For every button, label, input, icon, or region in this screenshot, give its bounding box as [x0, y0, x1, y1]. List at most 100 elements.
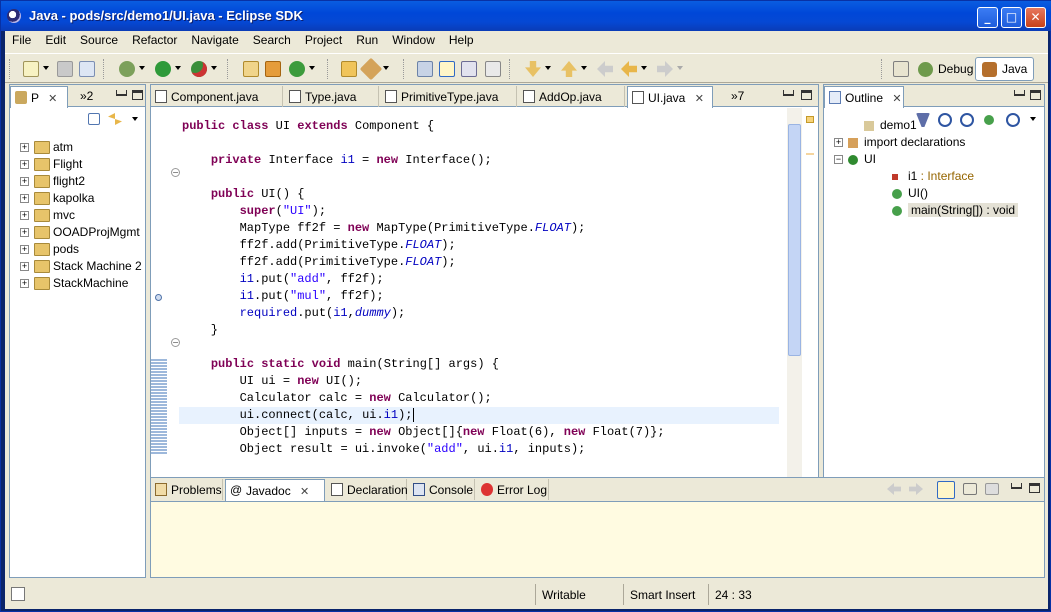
- tab-addop-java[interactable]: AddOp.java: [519, 86, 625, 107]
- search-dropdown-arrow[interactable]: [383, 66, 389, 70]
- close-tab-icon[interactable]: ✕: [892, 92, 901, 105]
- minimize-view-icon[interactable]: [1014, 90, 1025, 96]
- tab-outline[interactable]: Outline ✕: [824, 86, 904, 108]
- title-bar[interactable]: Java - pods/src/demo1/UI.java - Eclipse …: [1, 1, 1051, 31]
- new-class-icon[interactable]: [289, 61, 305, 77]
- code-line[interactable]: private Interface i1 = new Interface();: [179, 152, 779, 169]
- expand-icon[interactable]: +: [20, 262, 29, 271]
- code-line[interactable]: public UI() {: [179, 186, 779, 203]
- scrollbar-thumb[interactable]: [788, 124, 801, 356]
- new-package-icon[interactable]: [265, 61, 281, 77]
- tab-console[interactable]: Console: [409, 479, 475, 500]
- code-line[interactable]: i1.put("mul", ff2f);: [179, 288, 779, 305]
- close-tab-icon[interactable]: ✕: [300, 485, 309, 498]
- code-line[interactable]: [179, 135, 779, 152]
- code-line[interactable]: super("UI");: [179, 203, 779, 220]
- close-tab-icon[interactable]: ✕: [48, 92, 57, 105]
- expand-icon[interactable]: −: [834, 155, 843, 164]
- close-tab-icon[interactable]: ✕: [695, 92, 704, 105]
- overview-occurrence-marker[interactable]: [806, 153, 814, 155]
- tab-error-log[interactable]: Error Log: [477, 479, 549, 500]
- expand-icon[interactable]: +: [20, 245, 29, 254]
- code-line[interactable]: public class UI extends Component {: [179, 118, 779, 135]
- tab-type-java[interactable]: Type.java: [285, 86, 379, 107]
- code-line[interactable]: Object result = ui.invoke("add", ui.i1, …: [179, 441, 779, 458]
- previous-annotation-dropdown-arrow[interactable]: [581, 66, 587, 70]
- debug-icon[interactable]: [119, 61, 135, 77]
- view-menu-icon[interactable]: [132, 117, 138, 121]
- tab-declaration[interactable]: Declaration: [327, 479, 408, 500]
- print-icon[interactable]: [79, 61, 95, 77]
- hide-fields-icon[interactable]: [938, 113, 952, 127]
- minimize-view-icon[interactable]: [1011, 483, 1022, 489]
- code-line[interactable]: [179, 339, 779, 356]
- overview-ruler[interactable]: [803, 108, 818, 486]
- close-button[interactable]: ✕: [1025, 7, 1046, 28]
- new-class-dropdown-arrow[interactable]: [309, 66, 315, 70]
- expand-icon[interactable]: +: [20, 194, 29, 203]
- new-icon[interactable]: [23, 61, 39, 77]
- previous-annotation-icon[interactable]: [561, 61, 577, 77]
- hide-static-icon[interactable]: [960, 113, 974, 127]
- expand-icon[interactable]: +: [834, 138, 843, 147]
- overview-marker-icon[interactable]: [806, 116, 814, 123]
- source-code[interactable]: public class UI extends Component { priv…: [179, 118, 779, 458]
- expand-icon[interactable]: +: [20, 228, 29, 237]
- menu-project[interactable]: Project: [298, 31, 349, 51]
- code-line[interactable]: required.put(i1,dummy);: [179, 305, 779, 322]
- link-with-editor-icon[interactable]: [108, 113, 122, 125]
- menu-help[interactable]: Help: [442, 31, 481, 51]
- minimize-view-icon[interactable]: [116, 90, 127, 96]
- code-line[interactable]: ui.connect(calc, ui.i1);: [179, 407, 779, 424]
- hide-non-public-icon[interactable]: [984, 115, 994, 125]
- minimize-button[interactable]: _: [977, 7, 998, 28]
- code-line[interactable]: UI ui = new UI();: [179, 373, 779, 390]
- sort-icon[interactable]: [916, 113, 930, 127]
- hide-local-types-icon[interactable]: [1006, 113, 1020, 127]
- tab-component-java[interactable]: Component.java: [151, 86, 283, 107]
- run-dropdown-arrow[interactable]: [175, 66, 181, 70]
- code-line[interactable]: Calculator calc = new Calculator();: [179, 390, 779, 407]
- link-with-selection-icon[interactable]: [937, 481, 955, 499]
- tab-ui-java[interactable]: UI.java ✕: [627, 86, 713, 108]
- open-declaration-icon[interactable]: [963, 483, 977, 495]
- code-editor[interactable]: public class UI extends Component { priv…: [167, 108, 783, 486]
- open-perspective-icon[interactable]: [893, 61, 909, 77]
- menu-file[interactable]: File: [5, 31, 38, 51]
- tab-primitivetype-java[interactable]: PrimitiveType.java: [381, 86, 517, 107]
- code-line[interactable]: Object[] inputs = new Object[]{new Float…: [179, 424, 779, 441]
- maximize-view-icon[interactable]: [801, 90, 812, 100]
- open-type-icon[interactable]: [341, 61, 357, 77]
- menu-search[interactable]: Search: [246, 31, 298, 51]
- last-edit-location-icon[interactable]: [597, 61, 613, 77]
- menu-refactor[interactable]: Refactor: [125, 31, 184, 51]
- code-line[interactable]: ff2f.add(PrimitiveType.FLOAT);: [179, 254, 779, 271]
- vertical-scrollbar[interactable]: [787, 108, 802, 486]
- debug-dropdown-arrow[interactable]: [139, 66, 145, 70]
- menu-source[interactable]: Source: [73, 31, 125, 51]
- menu-run[interactable]: Run: [349, 31, 385, 51]
- expand-icon[interactable]: +: [20, 211, 29, 220]
- external-tools-icon[interactable]: [191, 61, 207, 77]
- views-overflow-button[interactable]: »2: [80, 89, 93, 103]
- code-line[interactable]: MapType ff2f = new MapType(PrimitiveType…: [179, 220, 779, 237]
- tab-package-explorer[interactable]: P ✕: [10, 86, 68, 108]
- highlight-icon[interactable]: [439, 61, 455, 77]
- menu-navigate[interactable]: Navigate: [184, 31, 245, 51]
- search-icon[interactable]: [359, 57, 383, 81]
- expand-icon[interactable]: +: [20, 177, 29, 186]
- save-icon[interactable]: [57, 61, 73, 77]
- editors-overflow-button[interactable]: »7: [731, 89, 744, 103]
- back-icon[interactable]: [887, 483, 901, 495]
- code-line[interactable]: ff2f.add(PrimitiveType.FLOAT);: [179, 237, 779, 254]
- new-dropdown-arrow[interactable]: [43, 66, 49, 70]
- expand-icon[interactable]: +: [20, 160, 29, 169]
- tab-problems[interactable]: Problems: [151, 479, 223, 500]
- code-line[interactable]: public static void main(String[] args) {: [179, 356, 779, 373]
- forward-dropdown-arrow[interactable]: [677, 66, 683, 70]
- forward-icon[interactable]: [657, 61, 673, 77]
- forward-icon[interactable]: [909, 483, 923, 495]
- toggle-mark-occurrences-icon[interactable]: [417, 61, 433, 77]
- minimize-view-icon[interactable]: [783, 90, 794, 96]
- code-line[interactable]: [179, 169, 779, 186]
